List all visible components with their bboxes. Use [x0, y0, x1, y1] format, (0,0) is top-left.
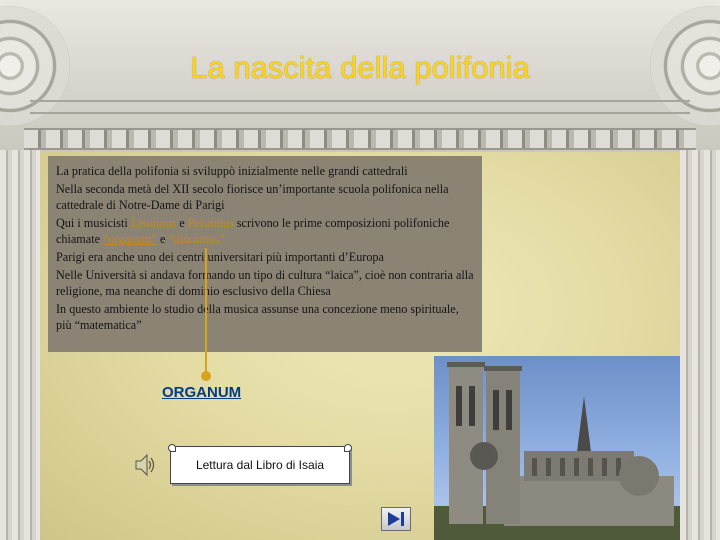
composer-leoninus: Leoninus — [130, 216, 177, 231]
term-discantus: “discantus” — [168, 231, 225, 246]
paragraph-universities: Nelle Università si andava formando un t… — [56, 268, 474, 298]
slide-title: La nascita della polifonia — [190, 50, 530, 85]
text-fragment: e — [176, 216, 188, 231]
paragraph-notre-dame: Nella seconda metà del XII secolo fioris… — [56, 182, 449, 212]
speaker-icon[interactable] — [134, 452, 156, 478]
connector-line — [205, 248, 207, 376]
term-organum[interactable]: “organum” — [103, 232, 157, 246]
text-panel: La pratica della polifonia si sviluppò i… — [48, 156, 482, 352]
organum-link[interactable]: ORGANUM — [162, 384, 241, 401]
connector-dot — [201, 371, 211, 381]
text-fragment: e — [156, 231, 169, 246]
notre-dame-photo — [434, 356, 680, 540]
paragraph-paris: Parigi era anche uno dei centri universi… — [56, 250, 384, 265]
reading-button-label: Lettura dal Libro di Isaia — [195, 458, 325, 472]
end-show-button[interactable] — [381, 507, 411, 531]
composer-perotinus: Perotinus — [187, 216, 234, 231]
column-shaft-right — [680, 150, 720, 540]
reading-button[interactable]: Lettura dal Libro di Isaia — [168, 444, 352, 484]
paragraph-mathematics: In questo ambiente lo studio della music… — [56, 302, 459, 332]
dentil-molding — [24, 128, 696, 150]
end-show-icon — [388, 512, 404, 526]
frieze-line — [30, 112, 690, 114]
slide: La nascita della polifonia La pratica de… — [0, 0, 720, 540]
column-shaft-left — [0, 150, 40, 540]
text-fragment: Qui i musicisti — [56, 216, 131, 231]
paragraph-composers: Qui i musicisti Leoninus e Perotinus scr… — [56, 216, 474, 247]
paragraph-cathedrals: La pratica della polifonia si sviluppò i… — [56, 164, 408, 178]
frieze-line — [30, 100, 690, 102]
